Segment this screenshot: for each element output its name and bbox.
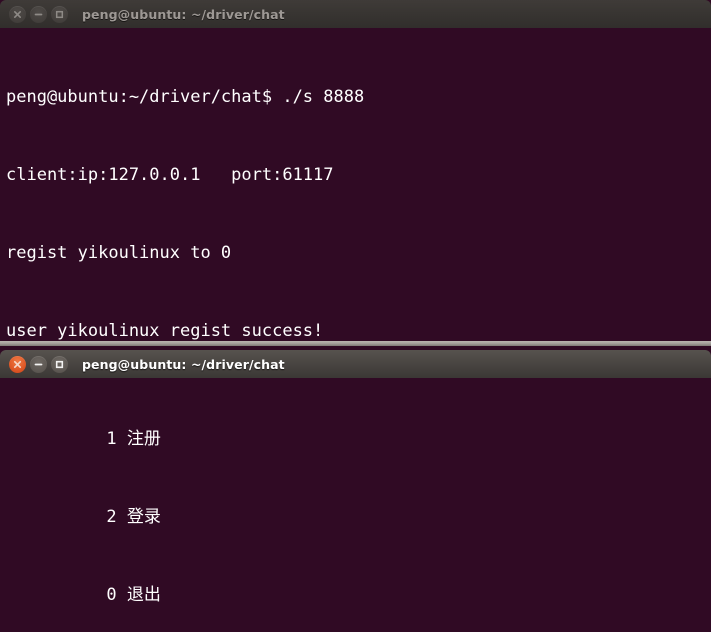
window-title-client: peng@ubuntu: ~/driver/chat [82,356,285,372]
window-title-server: peng@ubuntu: ~/driver/chat [82,6,285,22]
terminal-window-server[interactable]: peng@ubuntu: ~/driver/chat peng@ubuntu:~… [0,0,711,346]
titlebar-client[interactable]: peng@ubuntu: ~/driver/chat [0,350,711,378]
close-icon[interactable] [9,5,26,23]
terminal-line: client:ip:127.0.0.1 port:61117 [6,165,334,185]
terminal-output-server[interactable]: peng@ubuntu:~/driver/chat$ ./s 8888 clie… [0,28,711,341]
window-frame-bottom-server [0,341,711,346]
window-controls-client [9,355,68,373]
maximize-icon[interactable] [51,355,68,373]
minimize-icon[interactable] [30,355,47,373]
terminal-line: peng@ubuntu:~/driver/chat$ ./s 8888 [6,87,365,107]
menu-option-register: 1 注册 [4,429,161,449]
terminal-line: user yikoulinux regist success! [6,321,324,341]
menu-option-exit: 0 退出 [4,585,161,605]
close-icon[interactable] [9,355,26,373]
minimize-icon[interactable] [30,5,47,23]
terminal-window-client[interactable]: peng@ubuntu: ~/driver/chat 1 注册 2 登录 0 退… [0,350,711,632]
terminal-output-client[interactable]: 1 注册 2 登录 0 退出 1 input your name yikoupe… [0,378,711,632]
menu-option-login: 2 登录 [4,507,161,527]
maximize-icon[interactable] [51,5,68,23]
window-controls-server [9,5,68,23]
terminal-line: regist yikoulinux to 0 [6,243,232,263]
titlebar-server[interactable]: peng@ubuntu: ~/driver/chat [0,0,711,28]
